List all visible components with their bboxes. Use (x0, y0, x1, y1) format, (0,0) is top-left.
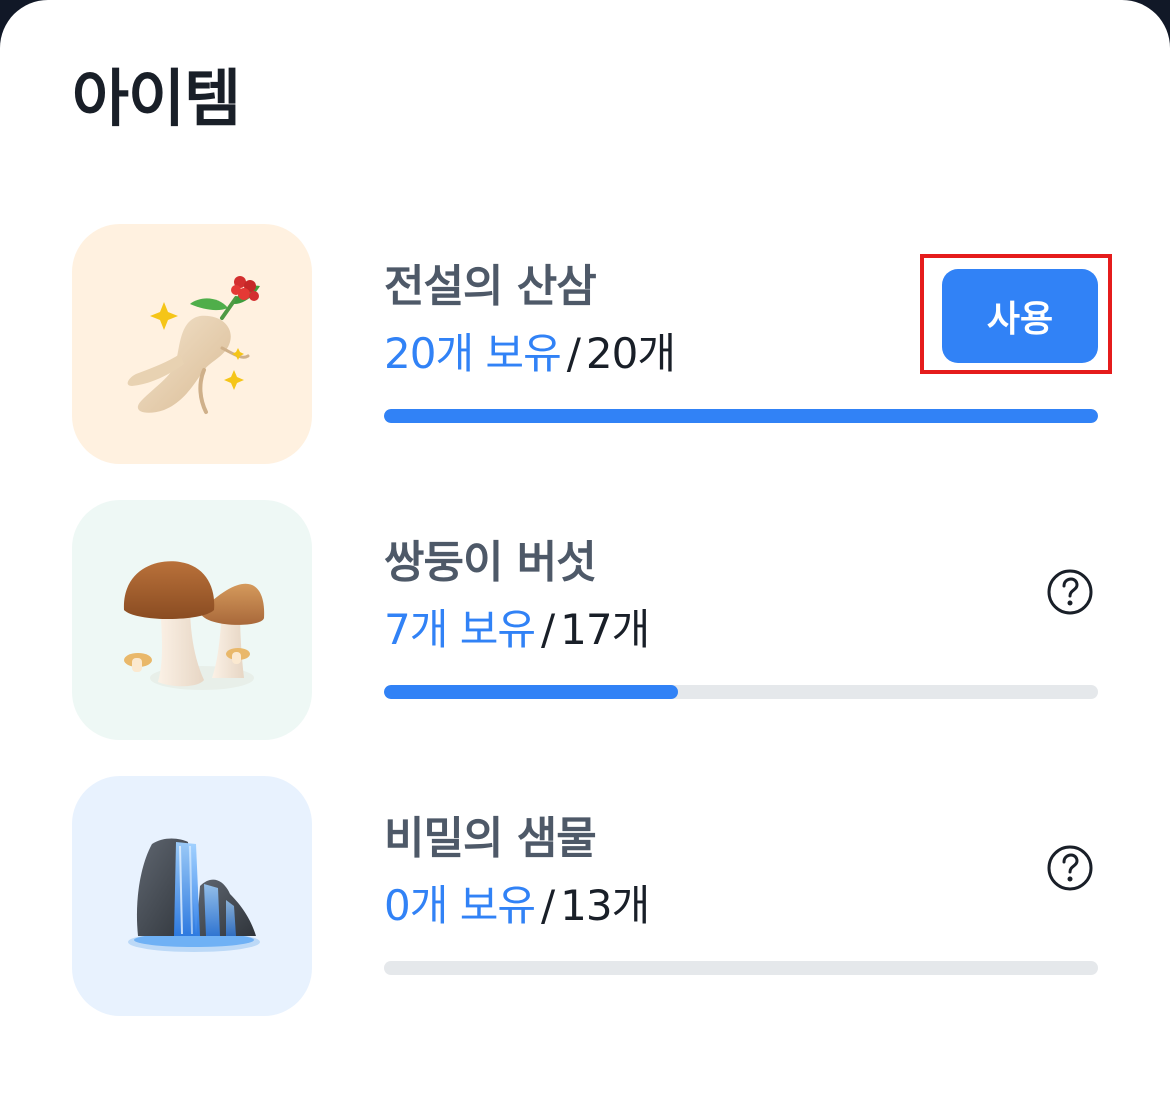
use-button[interactable]: 사용 (942, 269, 1098, 363)
item-count: 7개 보유/17개 (384, 596, 650, 657)
list-item-mushroom: 쌍둥이 버섯 7개 보유/17개 (72, 500, 1112, 740)
list-item-spring: 비밀의 샘물 0개 보유/13개 (72, 776, 1112, 1016)
waterfall-icon (128, 838, 260, 952)
page-title: 아이템 (72, 62, 241, 135)
item-thumbnail (72, 224, 312, 464)
item-thumbnail (72, 500, 312, 740)
item-thumbnail (72, 776, 312, 1016)
item-name: 쌍둥이 버섯 (384, 537, 597, 588)
count-separator: / (541, 605, 555, 654)
owned-count: 20개 보유 (384, 329, 562, 378)
progress-fill (384, 409, 1098, 423)
question-circle-icon[interactable] (1046, 844, 1094, 892)
total-count: 17개 (560, 605, 650, 654)
total-count: 13개 (560, 881, 650, 930)
item-name: 비밀의 샘물 (384, 813, 597, 864)
item-name: 전설의 산삼 (384, 261, 597, 312)
list-item-ginseng: 전설의 산삼 20개 보유/20개 사용 (72, 224, 1112, 464)
owned-count: 7개 보유 (384, 605, 536, 654)
items-sheet: 아이템 전설의 산삼 20개 보유 / 20개 사용 쌍둥이 버섯 7개 보유 … (0, 0, 1170, 1100)
item-count: 0개 보유/13개 (384, 872, 650, 933)
ginseng-icon (127, 276, 260, 414)
total-count: 20개 (585, 329, 676, 378)
count-separator: / (566, 329, 581, 378)
owned-count: 0개 보유 (384, 881, 536, 930)
progress-bar (384, 961, 1098, 975)
progress-bar (384, 685, 1098, 699)
progress-fill (384, 685, 679, 699)
progress-bar (384, 409, 1098, 423)
count-separator: / (541, 881, 555, 930)
question-circle-icon[interactable] (1046, 568, 1094, 616)
item-count: 20개 보유/20개 (384, 320, 676, 381)
mushroom-icon (123, 561, 265, 690)
